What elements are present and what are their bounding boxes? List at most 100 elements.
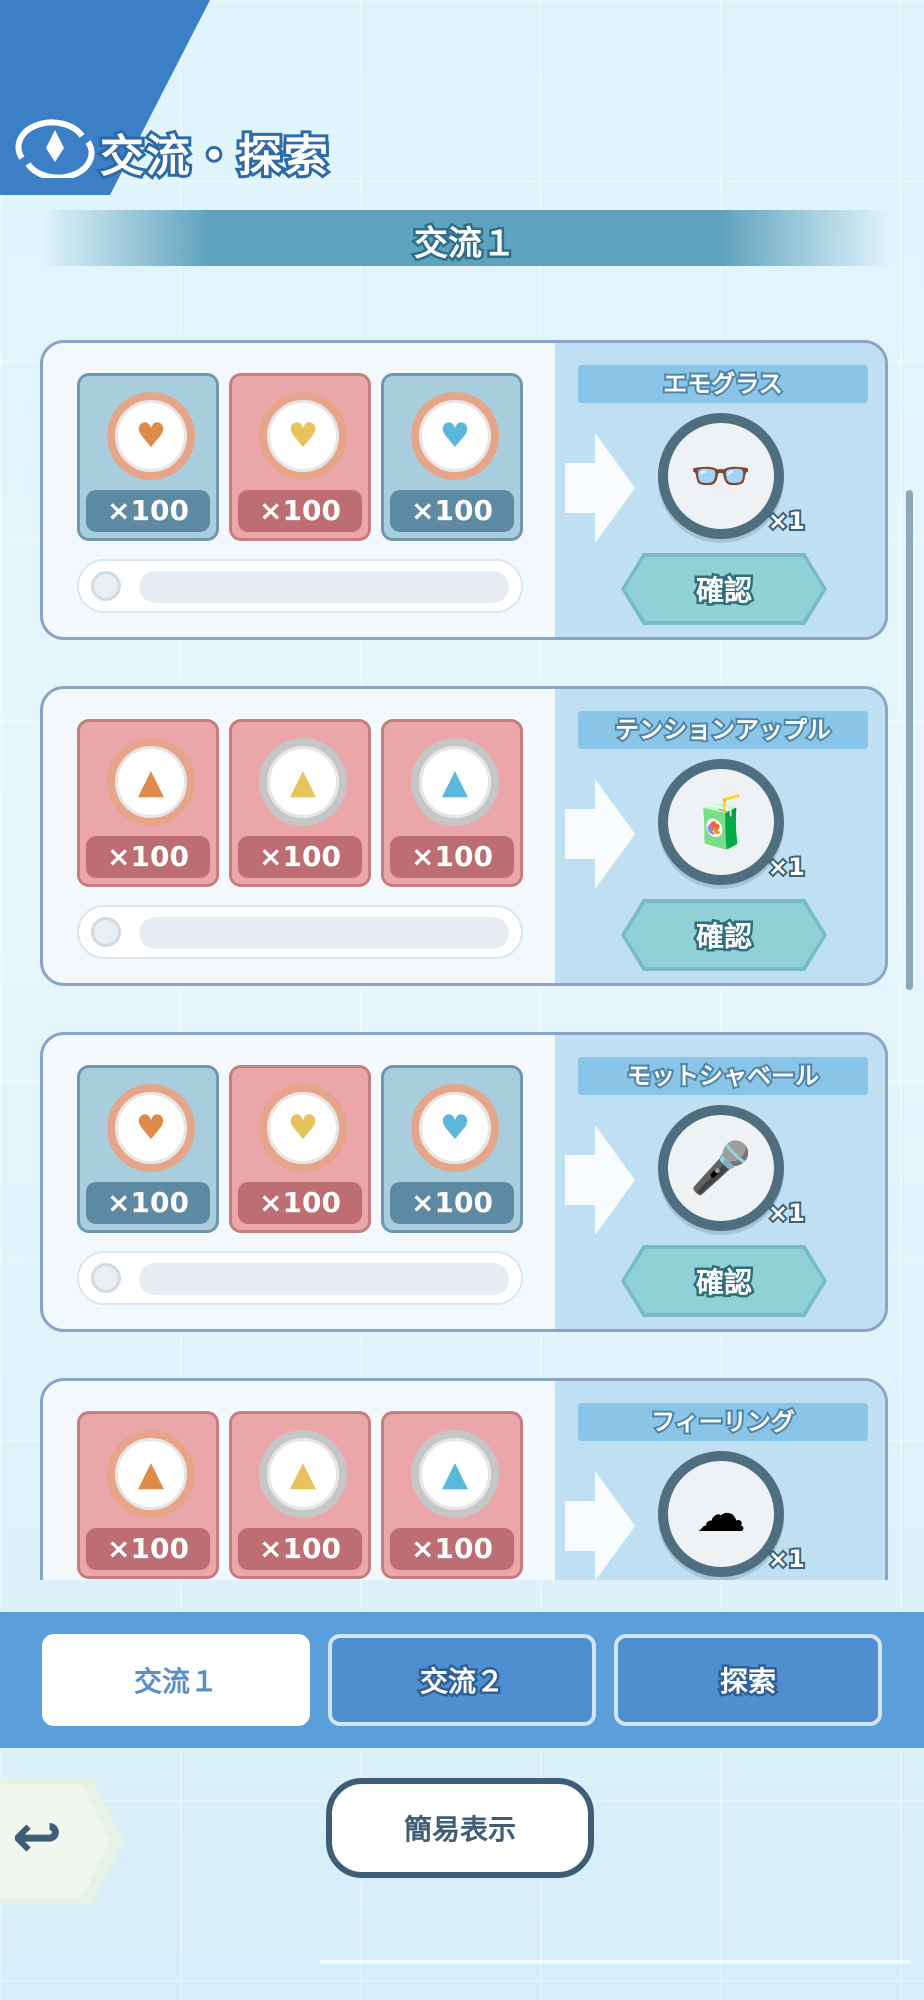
confirm-button[interactable]: 確認 bbox=[621, 553, 827, 625]
progress-dot bbox=[91, 571, 121, 601]
material-slot[interactable]: ▲ ×100 bbox=[77, 1411, 219, 1579]
page-title: 交流・探索 bbox=[97, 128, 331, 185]
material-row: ♥ ×100 ♥ ×100 ♥ ×100 bbox=[77, 373, 523, 541]
decorative-line bbox=[320, 1960, 910, 1964]
confirm-button[interactable]: 確認 bbox=[621, 1245, 827, 1317]
blue-pile-gem-icon: ▲ bbox=[441, 762, 469, 802]
material-row: ♥ ×100 ♥ ×100 ♥ ×100 bbox=[77, 1065, 523, 1233]
progress-dot bbox=[91, 1263, 121, 1293]
return-arrow-icon: ↩ bbox=[12, 1802, 63, 1872]
material-slot[interactable]: ♥ ×100 bbox=[77, 1065, 219, 1233]
material-slot[interactable]: ♥ ×100 bbox=[229, 1065, 371, 1233]
material-count: ×100 bbox=[86, 490, 210, 532]
confirm-button[interactable]: 確認 bbox=[621, 899, 827, 971]
material-count: ×100 bbox=[238, 1182, 362, 1224]
reward-orb[interactable]: ☁ bbox=[658, 1451, 784, 1577]
progress-dot bbox=[91, 917, 121, 947]
material-slot[interactable]: ▲ ×100 bbox=[229, 719, 371, 887]
cloud-ring-icon: ☁ bbox=[696, 1485, 746, 1543]
exchange-card: ♥ ×100 ♥ ×100 ♥ ×100 エモグラス 👓 ×1 確認 bbox=[40, 340, 888, 640]
material-row: ▲ ×100 ▲ ×100 ▲ ×100 bbox=[77, 719, 523, 887]
arrow-right-icon bbox=[565, 779, 635, 889]
reward-orb[interactable]: 🧃 bbox=[658, 759, 784, 885]
exchange-list[interactable]: ♥ ×100 ♥ ×100 ♥ ×100 エモグラス 👓 ×1 確認 ▲ ×10… bbox=[22, 340, 914, 1580]
material-slot[interactable]: ♥ ×100 bbox=[229, 373, 371, 541]
section-title: 交流１ bbox=[412, 222, 519, 267]
material-orb: ♥ bbox=[107, 1084, 195, 1172]
material-orb: ▲ bbox=[259, 738, 347, 826]
leaf-cycle-icon bbox=[15, 119, 95, 178]
yellow-pile-gem-icon: ▲ bbox=[289, 1454, 317, 1494]
tab-exchange-2[interactable]: 交流２ bbox=[328, 1634, 596, 1726]
material-orb: ♥ bbox=[259, 392, 347, 480]
material-count: ×100 bbox=[390, 490, 514, 532]
reward-name: テンションアップル bbox=[578, 711, 868, 749]
material-count: ×100 bbox=[238, 490, 362, 532]
material-orb: ♥ bbox=[411, 392, 499, 480]
exchange-card: ▲ ×100 ▲ ×100 ▲ ×100 フィーリング ☁ ×1 確認 bbox=[40, 1378, 888, 1580]
material-orb: ▲ bbox=[411, 738, 499, 826]
reward-quantity: ×1 bbox=[766, 1197, 807, 1229]
tab-exchange-1[interactable]: 交流１ bbox=[42, 1634, 310, 1726]
material-count: ×100 bbox=[238, 1528, 362, 1570]
material-orb: ♥ bbox=[259, 1084, 347, 1172]
section-banner: 交流１ bbox=[40, 210, 890, 267]
glasses-icon: 👓 bbox=[689, 446, 753, 505]
material-slot[interactable]: ▲ ×100 bbox=[381, 1411, 523, 1579]
blue-tri-gem-icon: ♥ bbox=[439, 416, 471, 456]
material-orb: ♥ bbox=[411, 1084, 499, 1172]
arrow-right-icon bbox=[565, 433, 635, 543]
list-scrollbar[interactable] bbox=[906, 490, 913, 990]
material-count: ×100 bbox=[86, 836, 210, 878]
reward-quantity: ×1 bbox=[766, 1543, 807, 1575]
arrow-right-icon bbox=[565, 1125, 635, 1235]
blue-pile-gem-icon: ▲ bbox=[441, 1454, 469, 1494]
material-slot[interactable]: ▲ ×100 bbox=[77, 719, 219, 887]
yellow-tri-gem-icon: ♥ bbox=[287, 416, 319, 456]
material-count: ×100 bbox=[86, 1528, 210, 1570]
material-orb: ▲ bbox=[411, 1430, 499, 1518]
orange-pile-gem-icon: ▲ bbox=[137, 762, 165, 802]
reward-quantity: ×1 bbox=[766, 505, 807, 537]
blue-tri-gem-icon: ♥ bbox=[439, 1108, 471, 1148]
exchange-card: ▲ ×100 ▲ ×100 ▲ ×100 テンションアップル 🧃 ×1 確認 bbox=[40, 686, 888, 986]
material-orb: ▲ bbox=[259, 1430, 347, 1518]
arrow-right-icon bbox=[565, 1471, 635, 1580]
material-count: ×100 bbox=[390, 1528, 514, 1570]
reward-quantity: ×1 bbox=[766, 851, 807, 883]
reward-name: モットシャベール bbox=[578, 1057, 868, 1095]
material-slot[interactable]: ♥ ×100 bbox=[381, 1065, 523, 1233]
material-slot[interactable]: ♥ ×100 bbox=[381, 373, 523, 541]
material-orb: ♥ bbox=[107, 392, 195, 480]
material-slot[interactable]: ▲ ×100 bbox=[381, 719, 523, 887]
progress-bar bbox=[77, 1251, 523, 1305]
exchange-card: ♥ ×100 ♥ ×100 ♥ ×100 モットシャベール 🎤 ×1 確認 bbox=[40, 1032, 888, 1332]
tab-bar: 交流１ 交流２ 探索 bbox=[0, 1612, 924, 1748]
material-orb: ▲ bbox=[107, 738, 195, 826]
simple-view-button[interactable]: 簡易表示 bbox=[326, 1778, 594, 1878]
material-slot[interactable]: ▲ ×100 bbox=[229, 1411, 371, 1579]
orange-tri-gem-icon: ♥ bbox=[135, 416, 167, 456]
progress-bar bbox=[77, 559, 523, 613]
orange-pile-gem-icon: ▲ bbox=[137, 1454, 165, 1494]
reward-orb[interactable]: 👓 bbox=[658, 413, 784, 539]
material-row: ▲ ×100 ▲ ×100 ▲ ×100 bbox=[77, 1411, 523, 1579]
material-orb: ▲ bbox=[107, 1430, 195, 1518]
reward-name: フィーリング bbox=[578, 1403, 868, 1441]
yellow-pile-gem-icon: ▲ bbox=[289, 762, 317, 802]
progress-track bbox=[139, 571, 509, 603]
progress-bar bbox=[77, 905, 523, 959]
progress-track bbox=[139, 1263, 509, 1295]
material-count: ×100 bbox=[238, 836, 362, 878]
microphone-icon: 🎤 bbox=[689, 1138, 753, 1197]
material-count: ×100 bbox=[390, 1182, 514, 1224]
reward-orb[interactable]: 🎤 bbox=[658, 1105, 784, 1231]
material-count: ×100 bbox=[390, 836, 514, 878]
yellow-tri-gem-icon: ♥ bbox=[287, 1108, 319, 1148]
tab-explore[interactable]: 探索 bbox=[614, 1634, 882, 1726]
orange-tri-gem-icon: ♥ bbox=[135, 1108, 167, 1148]
material-count: ×100 bbox=[86, 1182, 210, 1224]
apple-juice-box-icon: 🧃 bbox=[689, 792, 753, 851]
reward-name: エモグラス bbox=[578, 365, 868, 403]
material-slot[interactable]: ♥ ×100 bbox=[77, 373, 219, 541]
